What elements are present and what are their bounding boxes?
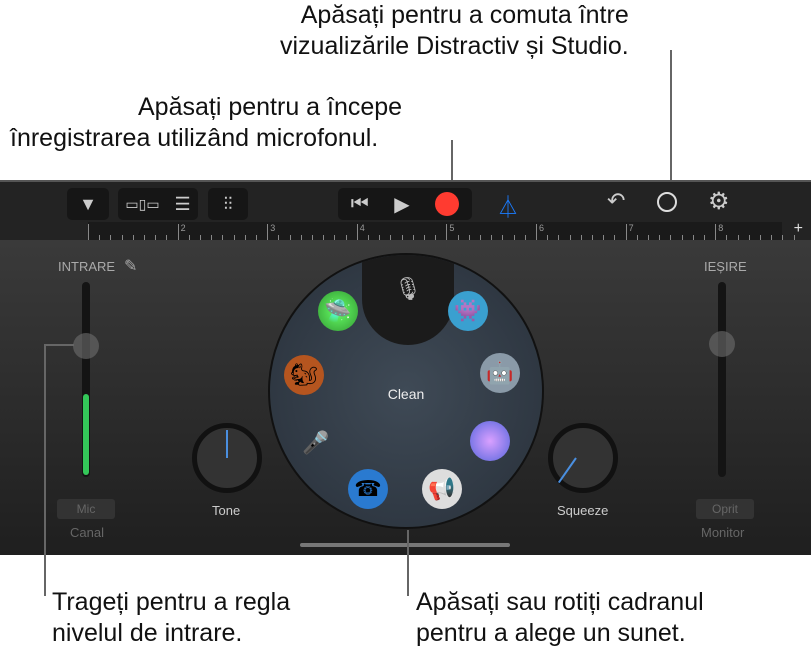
callout-line xyxy=(44,344,46,596)
output-label: IEȘIRE xyxy=(704,259,747,274)
ruler-tick xyxy=(267,224,269,240)
ruler[interactable]: 2 3 4 5 6 7 8 + xyxy=(0,220,811,240)
chipmunk-icon[interactable]: 🐿 xyxy=(284,355,324,395)
callout-line xyxy=(407,530,409,596)
sound-dial[interactable]: Clean 🎙 👾 🤖 📢 ☎ 🎤 🐿 🛸 xyxy=(268,253,544,529)
bubbles-icon[interactable] xyxy=(470,421,510,461)
list-view-icon: ☰ xyxy=(174,193,191,214)
channel-button[interactable]: Mic xyxy=(57,499,115,519)
callout-dial: Apăsați sau rotiți cadranul pentru a aleg… xyxy=(416,588,704,647)
ruler-bar-number: 8 xyxy=(718,223,724,233)
ruler-tick xyxy=(446,224,448,240)
input-level-thumb[interactable] xyxy=(73,333,99,359)
ruler-tick xyxy=(177,224,179,240)
callout-line xyxy=(670,50,672,188)
ruler-bar-number: 4 xyxy=(359,223,365,233)
microphone-gold-icon[interactable]: 🎤 xyxy=(296,423,336,463)
ruler-bar-number: 2 xyxy=(180,223,186,233)
add-section-icon[interactable]: + xyxy=(794,220,803,238)
browser-button[interactable]: ▼ xyxy=(67,188,109,220)
fx-knob-icon[interactable] xyxy=(657,192,677,212)
triangle-down-icon: ▼ xyxy=(79,193,97,214)
ruler-tick xyxy=(88,224,89,240)
input-meter xyxy=(83,394,89,475)
view-toggle-button[interactable]: ▭▯▭ ☰ xyxy=(118,188,198,220)
mixer-button[interactable]: ⫶⫶ xyxy=(208,188,248,220)
microphone-icon[interactable]: 🎙 xyxy=(388,269,428,309)
callout-toggle-view: Apăsați pentru a comuta între vizualizări… xyxy=(280,1,629,60)
squeeze-label: Squeeze xyxy=(557,503,609,518)
tone-label: Tone xyxy=(212,503,241,518)
ruler-bar-number: 7 xyxy=(628,223,634,233)
callout-record-2: înregistrarea utilizând microfonul. xyxy=(10,124,379,152)
monster-icon[interactable]: 👾 xyxy=(448,291,488,331)
sliders-icon: ⫶⫶ xyxy=(223,193,233,214)
ufo-icon[interactable]: 🛸 xyxy=(318,291,358,331)
output-slider-track[interactable] xyxy=(718,282,726,477)
input-slider-track[interactable] xyxy=(82,282,90,477)
telephone-icon[interactable]: ☎ xyxy=(348,469,388,509)
input-cable-icon[interactable]: ✎ xyxy=(124,256,137,276)
ruler-tick xyxy=(715,224,717,240)
toolbar: ▼ ▭▯▭ ☰ ⫶⫶ ⏮ ▶ ⏃ ↶ ⚙ xyxy=(0,180,811,222)
channel-label: Canal xyxy=(70,525,104,540)
ruler-tick xyxy=(356,224,358,240)
transport: ⏮ ▶ xyxy=(338,188,472,220)
monitor-button[interactable]: Oprit xyxy=(696,499,754,519)
ruler-bar-number: 3 xyxy=(270,223,276,233)
ruler-tick xyxy=(536,224,537,240)
squeeze-knob[interactable] xyxy=(548,423,618,493)
robot-icon[interactable]: 🤖 xyxy=(480,353,520,393)
home-indicator xyxy=(300,543,510,547)
ruler-tick xyxy=(625,224,627,240)
tracks-view-icon: ▭▯▭ xyxy=(125,195,160,212)
callout-input-level: Trageți pentru a regla nivelul de intrare… xyxy=(52,588,291,647)
metronome-icon[interactable]: ⏃ xyxy=(497,190,519,222)
callout-line xyxy=(44,344,74,346)
monitor-label: Monitor xyxy=(701,525,745,540)
settings-gear-icon[interactable]: ⚙ xyxy=(708,187,730,216)
undo-icon[interactable]: ↶ xyxy=(607,188,625,214)
play-icon[interactable]: ▶ xyxy=(394,192,409,217)
rewind-icon[interactable]: ⏮ xyxy=(351,193,369,216)
callout-record: Apăsați pentru a începe xyxy=(138,93,403,121)
tone-knob[interactable] xyxy=(192,423,262,493)
output-level-thumb[interactable] xyxy=(709,331,735,357)
input-label: INTRARE xyxy=(58,259,116,274)
ruler-bar-number: 5 xyxy=(449,223,455,233)
record-button[interactable] xyxy=(435,192,460,216)
ruler-bar-number: 6 xyxy=(539,223,545,233)
megaphone-icon[interactable]: 📢 xyxy=(422,469,462,509)
